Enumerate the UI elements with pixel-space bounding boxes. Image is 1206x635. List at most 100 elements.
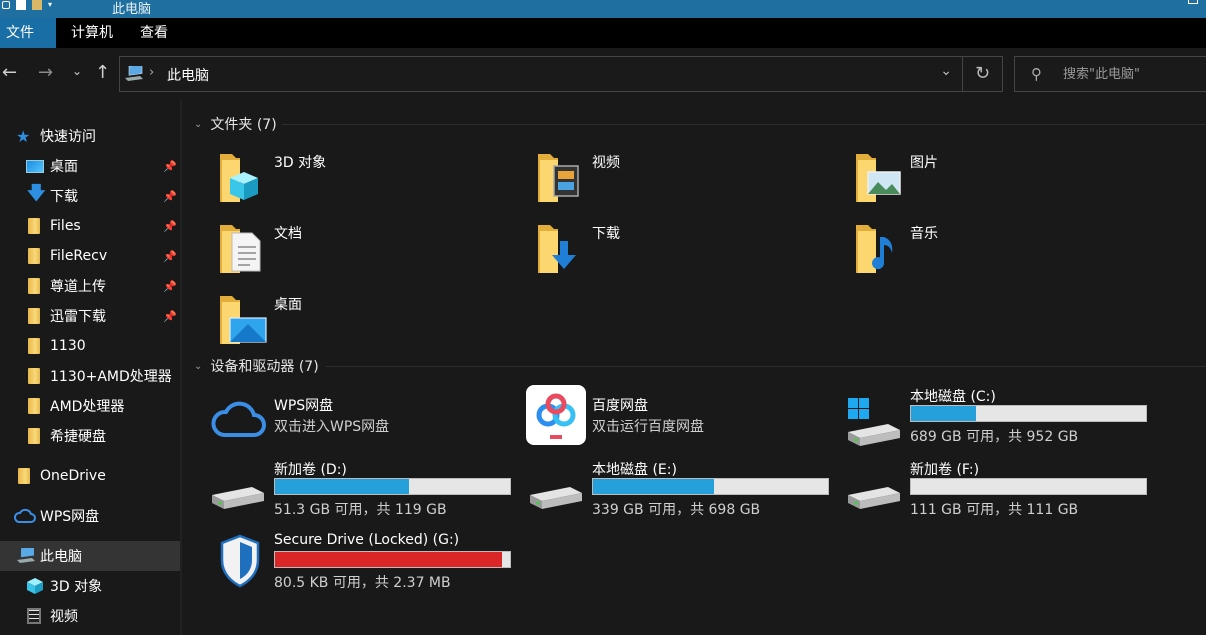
folder-documents[interactable]: 文档 [218,223,518,291]
content-area: ⌄ 文件夹 (7) 3D 对象 视频 图片 文档 下载 音乐 桌面 ⌄ 设备和驱… [182,100,1206,635]
sidebar-item-quick-access[interactable]: ★ 快速访问 [0,121,180,151]
video-icon [27,608,41,624]
pin-icon[interactable]: 📌 [163,280,177,293]
sidebar-item-seagate[interactable]: 希捷硬盘 [0,421,180,451]
customize-qa-chevron-icon[interactable]: ▾ [48,0,52,10]
drive-g[interactable]: Secure Drive (Locked) (G:) 80.5 KB 可用，共 … [218,532,518,600]
documents-folder-icon [220,225,261,273]
address-bar[interactable]: › 此电脑 ⌄ ↻ [119,56,1003,92]
sidebar-item-label: 1130 [50,338,86,354]
sidebar-item-label: 下载 [50,189,78,205]
sidebar-item-label: 桌面 [50,159,78,175]
pin-icon[interactable]: 📌 [163,250,177,263]
sidebar-item-onedrive[interactable]: OneDrive [0,461,180,491]
sidebar-item-videos[interactable]: 视频 [0,601,180,631]
cube-icon [27,578,43,594]
window-title: 此电脑 [112,2,152,17]
tab-file[interactable]: 文件 [0,18,56,48]
folder-pictures[interactable]: 图片 [854,152,1154,220]
folder-icon [28,428,40,444]
sidebar-item-files[interactable]: Files 📌 [0,211,180,241]
properties-icon[interactable] [16,0,26,10]
devices-group-divider [326,366,1206,367]
new-folder-icon[interactable] [32,0,42,10]
devices-group-title: 设备和驱动器 (7) [210,359,319,375]
drive-free-space: 689 GB 可用，共 952 GB [910,429,1079,445]
sidebar-item-amd[interactable]: AMD处理器 [0,391,180,421]
device-wps-cloud[interactable]: WPS网盘 双击进入WPS网盘 [211,395,518,463]
sidebar-item-downloads[interactable]: 🡇 下载 📌 [0,181,180,211]
drive-name: 本地磁盘 (E:) [592,462,677,478]
sidebar-item-desktop[interactable]: 桌面 📌 [0,151,180,181]
sidebar-item-zundao-upload[interactable]: 尊道上传 📌 [0,271,180,301]
maximize-button[interactable] [1188,0,1198,4]
sidebar-item-xunlei-download[interactable]: 迅雷下载 📌 [0,301,180,331]
address-dropdown-icon[interactable]: ⌄ [940,63,952,79]
pin-icon[interactable]: 📌 [163,220,177,233]
windows-drive-icon [848,398,900,446]
refresh-button[interactable]: ↻ [962,57,1002,91]
drive-free-space: 339 GB 可用，共 698 GB [592,502,761,518]
sidebar-item-this-pc[interactable]: 此电脑 [0,541,180,571]
tab-view[interactable]: 查看 [128,18,180,48]
drive-name: 新加卷 (F:) [910,462,980,478]
devices-group-header[interactable]: ⌄ 设备和驱动器 (7) [194,356,319,376]
tab-computer[interactable]: 计算机 [56,18,128,48]
drive-name: Secure Drive (Locked) (G:) [274,532,460,548]
search-icon: ⚲ [1031,65,1042,83]
drive-f[interactable]: 新加卷 (F:) 111 GB 可用，共 111 GB [848,459,1154,527]
sidebar-item-label: 快速访问 [40,129,96,145]
navigation-pane: ★ 快速访问 桌面 📌 🡇 下载 📌 Files 📌 FileRecv 📌 尊道… [0,100,180,635]
navigation-bar: ← → ⌄ ↑ › 此电脑 ⌄ ↻ ⚲ [0,48,1206,100]
collapse-chevron-icon[interactable]: ⌄ [194,361,202,372]
folder-3d-objects[interactable]: 3D 对象 [218,152,518,220]
folder-name: 文档 [274,226,302,242]
drive-d[interactable]: 新加卷 (D:) 51.3 GB 可用，共 119 GB [212,459,518,527]
folder-videos[interactable]: 视频 [536,152,836,220]
search-box[interactable]: ⚲ [1014,56,1206,92]
back-arrow-icon[interactable]: ← [2,62,17,83]
drive-capacity-fill [593,479,714,494]
pictures-folder-icon [856,154,901,202]
downloads-folder-icon [538,225,576,273]
pin-icon[interactable]: 📌 [163,310,177,323]
folders-group-header[interactable]: ⌄ 文件夹 (7) [194,114,277,134]
folder-music[interactable]: 音乐 [854,223,1154,291]
sidebar-item-1130[interactable]: 1130 [0,331,180,361]
collapse-chevron-icon[interactable]: ⌄ [194,119,202,130]
folder-name: 桌面 [274,297,302,313]
sidebar-item-wps-cloud[interactable]: WPS网盘 [0,501,180,531]
3d-objects-folder-icon [220,154,258,202]
sidebar-item-3d-objects[interactable]: 3D 对象 [0,571,180,601]
drive-capacity-bar [274,478,511,495]
folder-name: 音乐 [910,226,938,242]
folder-icon [28,308,40,324]
up-arrow-icon[interactable]: ↑ [95,62,110,83]
desktop-icon [26,159,44,173]
folder-icon [28,368,40,384]
hard-drive-icon [848,487,900,509]
folder-downloads[interactable]: 下载 [536,223,836,291]
sidebar-item-1130-amd[interactable]: 1130+AMD处理器 [0,361,180,391]
drive-e[interactable]: 本地磁盘 (E:) 339 GB 可用，共 698 GB [530,459,836,527]
wps-cloud-icon [211,401,266,437]
forward-arrow-icon[interactable]: → [38,62,53,83]
recent-locations-chevron-icon[interactable]: ⌄ [72,64,82,78]
pin-icon[interactable]: 📌 [163,190,177,203]
drive-c[interactable]: 本地磁盘 (C:) 689 GB 可用，共 952 GB [848,386,1154,454]
sidebar-item-label: FileRecv [50,248,108,264]
pin-icon[interactable]: 📌 [163,160,177,173]
folder-name: 3D 对象 [274,155,327,171]
drive-capacity-fill [911,406,976,421]
folder-icon [28,278,40,294]
search-input[interactable] [1063,63,1203,85]
music-folder-icon [856,225,893,273]
breadcrumb-this-pc[interactable]: 此电脑 [167,65,209,85]
folder-desktop[interactable]: 桌面 [218,294,518,362]
device-description: 双击进入WPS网盘 [274,419,390,435]
sidebar-item-label: 尊道上传 [50,279,106,295]
sidebar-item-label: 视频 [50,609,78,625]
drive-capacity-bar [274,551,511,568]
device-baidu-netdisk[interactable]: 百度网盘 双击运行百度网盘 [526,385,836,463]
sidebar-item-filerecv[interactable]: FileRecv 📌 [0,241,180,271]
